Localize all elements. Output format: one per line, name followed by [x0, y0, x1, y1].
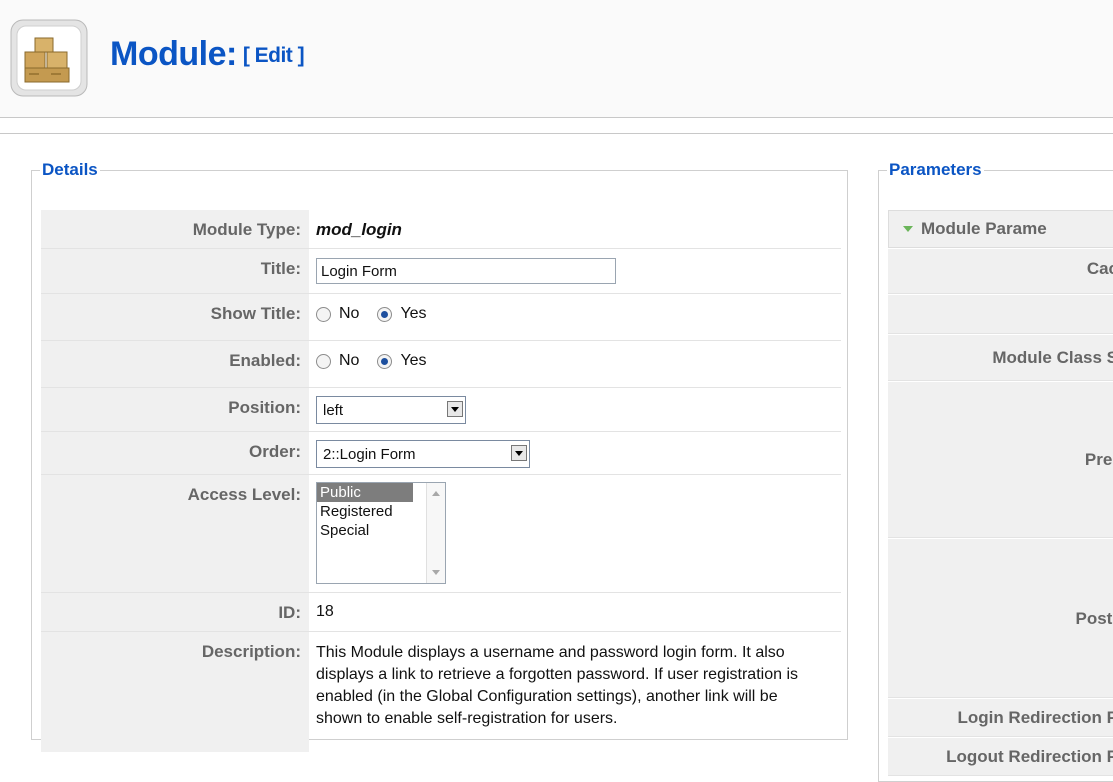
show-title-yes-radio[interactable]: [377, 307, 392, 322]
show-title-no-radio[interactable]: [316, 307, 331, 322]
access-level-label: Access Level:: [41, 475, 309, 592]
description-text: This Module displays a username and pass…: [316, 642, 806, 730]
scroll-down-arrow-icon[interactable]: [432, 570, 440, 575]
order-select-value: 2::Login Form: [323, 446, 416, 463]
param-row-logout-redirect: Logout Redirection P: [888, 738, 1113, 776]
scroll-up-arrow-icon[interactable]: [432, 491, 440, 496]
page-subtitle: [ Edit ]: [243, 44, 304, 67]
id-row: ID: 18: [41, 593, 841, 632]
param-row-class-suffix: Module Class S: [888, 335, 1113, 381]
parameters-panel: Parameters Module Parame Cac Module Clas…: [878, 160, 1113, 782]
order-select[interactable]: 2::Login Form: [316, 440, 530, 468]
param-label-logout-redirect: Logout Redirection P: [946, 747, 1113, 767]
param-row-pre-text: Pre-: [888, 382, 1113, 538]
access-level-scrollbar[interactable]: [426, 483, 445, 583]
module-type-row: Module Type: mod_login: [41, 210, 841, 249]
page-title-text: Module:: [110, 35, 237, 73]
param-row-login-redirect: Login Redirection P: [888, 699, 1113, 737]
module-parameters-title: Module Parame: [921, 219, 1047, 238]
position-row: Position: left: [41, 388, 841, 432]
content-divider: [0, 133, 1113, 134]
toolbar-header: Module: [ Edit ]: [0, 0, 1113, 118]
show-title-yes-label: Yes: [400, 305, 426, 323]
title-row: Title:: [41, 249, 841, 294]
position-label: Position:: [41, 388, 309, 431]
title-input[interactable]: [316, 258, 616, 284]
details-panel: Details Module Type: mod_login Title: Sh…: [31, 160, 848, 740]
position-select-value: left: [323, 402, 343, 419]
id-value: 18: [316, 603, 334, 621]
position-dropdown-arrow-icon[interactable]: [447, 401, 463, 417]
title-label: Title:: [41, 249, 309, 293]
header-divider: [0, 117, 1113, 118]
page-title: Module: [ Edit ]: [110, 35, 304, 74]
description-label: Description:: [41, 632, 309, 752]
id-label: ID:: [41, 593, 309, 631]
show-title-radio-group: No Yes: [316, 305, 445, 323]
enabled-yes-label: Yes: [400, 352, 426, 370]
param-row-empty: [888, 295, 1113, 334]
param-label-cache: Cac: [1087, 259, 1113, 279]
position-select[interactable]: left: [316, 396, 466, 424]
description-row: Description: This Module displays a user…: [41, 632, 841, 752]
order-label: Order:: [41, 432, 309, 474]
access-level-row: Access Level: Public Registered Special: [41, 475, 841, 593]
enabled-row: Enabled: No Yes: [41, 341, 841, 388]
order-row: Order: 2::Login Form: [41, 432, 841, 475]
show-title-label: Show Title:: [41, 294, 309, 340]
access-option-special[interactable]: Special: [317, 521, 413, 540]
access-option-registered[interactable]: Registered: [317, 502, 413, 521]
show-title-row: Show Title: No Yes: [41, 294, 841, 341]
param-label-pre-text: Pre-: [1085, 450, 1113, 470]
param-label-class-suffix: Module Class S: [992, 348, 1113, 368]
show-title-no-label: No: [339, 305, 359, 323]
enabled-no-radio[interactable]: [316, 354, 331, 369]
enabled-label: Enabled:: [41, 341, 309, 387]
param-label-post-text: Post-: [1076, 609, 1113, 629]
module-box-icon: [9, 18, 89, 98]
access-option-public[interactable]: Public: [317, 483, 413, 502]
enabled-no-label: No: [339, 352, 359, 370]
parameters-legend: Parameters: [887, 160, 984, 180]
order-dropdown-arrow-icon[interactable]: [511, 445, 527, 461]
param-label-login-redirect: Login Redirection P: [957, 708, 1113, 728]
module-parameters-toggle[interactable]: Module Parame: [888, 210, 1113, 248]
module-type-label: Module Type:: [41, 210, 309, 248]
enabled-yes-radio[interactable]: [377, 354, 392, 369]
param-row-cache: Cac: [888, 249, 1113, 294]
enabled-radio-group: No Yes: [316, 352, 445, 370]
expand-triangle-icon[interactable]: [903, 226, 913, 232]
param-row-post-text: Post-: [888, 539, 1113, 698]
details-legend: Details: [40, 160, 100, 180]
access-level-listbox[interactable]: Public Registered Special: [316, 482, 446, 584]
module-type-value: mod_login: [316, 220, 402, 240]
